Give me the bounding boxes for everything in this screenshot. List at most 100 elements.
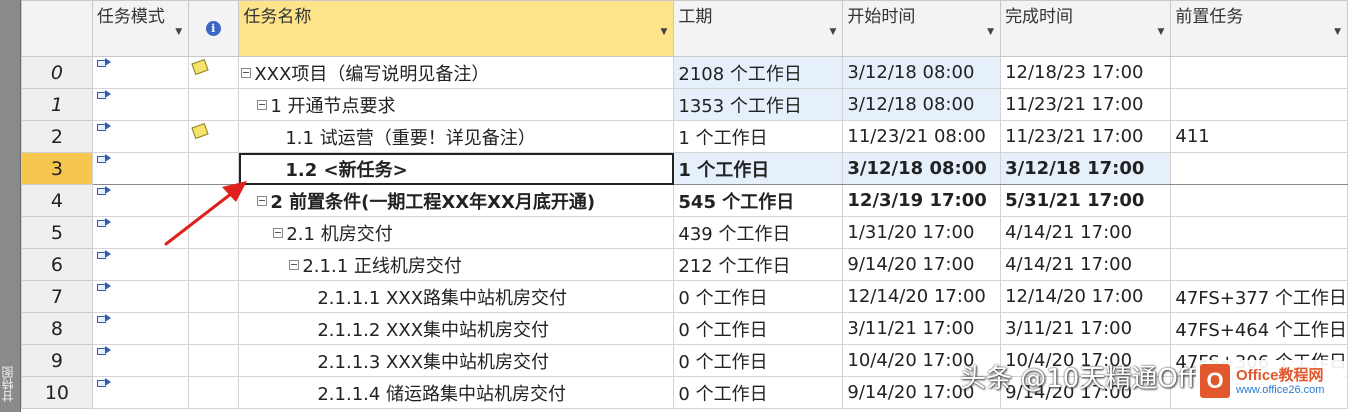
chevron-down-icon[interactable]: ▼ [829, 27, 836, 37]
chevron-down-icon[interactable]: ▼ [987, 27, 994, 37]
column-header-name[interactable]: 任务名称 ▼ [238, 0, 675, 57]
start-cell[interactable]: 3/11/21 17:00 [842, 312, 1002, 345]
finish-cell[interactable]: 5/31/21 17:00 [1000, 184, 1172, 217]
task-mode-cell[interactable] [91, 344, 190, 377]
finish-cell[interactable]: 12/18/23 17:00 [1000, 56, 1172, 89]
row-header[interactable]: 3 [21, 152, 93, 185]
chevron-down-icon[interactable]: ▼ [1334, 27, 1341, 37]
indicator-cell[interactable] [188, 184, 240, 217]
view-bar[interactable]: 甘特图 [0, 0, 21, 412]
task-name-cell[interactable]: 2.1.1 正线机房交付 [238, 248, 675, 281]
start-cell[interactable]: 3/12/18 08:00 [842, 152, 1002, 185]
finish-cell[interactable]: 12/14/20 17:00 [1000, 280, 1172, 313]
task-mode-cell[interactable] [91, 312, 190, 345]
column-header-duration[interactable]: 工期 ▼ [673, 0, 844, 57]
start-cell[interactable]: 1/31/20 17:00 [842, 216, 1002, 249]
task-mode-cell[interactable] [91, 88, 190, 121]
duration-cell[interactable]: 1353 个工作日 [673, 88, 844, 121]
duration-cell[interactable]: 0 个工作日 [673, 280, 844, 313]
task-name-cell[interactable]: XXX项目（编写说明见备注） [238, 56, 675, 89]
row-header[interactable]: 7 [21, 280, 93, 313]
table-row[interactable]: 2 1.1 试运营（重要！详见备注） 1 个工作日 11/23/21 08:00… [21, 120, 1348, 153]
column-header-info[interactable]: i [188, 0, 240, 57]
collapse-icon[interactable] [289, 259, 300, 270]
start-cell[interactable]: 12/3/19 17:00 [842, 184, 1002, 217]
predecessors-cell[interactable] [1170, 184, 1348, 217]
task-mode-cell[interactable] [91, 120, 190, 153]
duration-cell[interactable]: 439 个工作日 [673, 216, 844, 249]
finish-cell[interactable]: 3/12/18 17:00 [1000, 152, 1172, 185]
column-header-start[interactable]: 开始时间 ▼ [842, 0, 1002, 57]
indicator-cell[interactable] [188, 344, 240, 377]
predecessors-cell[interactable] [1170, 152, 1348, 185]
column-header-finish[interactable]: 完成时间 ▼ [1000, 0, 1172, 57]
finish-cell[interactable]: 11/23/21 17:00 [1000, 88, 1172, 121]
indicator-cell[interactable] [188, 56, 240, 89]
indicator-cell[interactable] [188, 152, 240, 185]
indicator-cell[interactable] [188, 248, 240, 281]
task-name-cell[interactable]: 2 前置条件(一期工程XX年XX月底开通) [238, 184, 675, 217]
task-mode-cell[interactable] [91, 56, 190, 89]
collapse-icon[interactable] [241, 67, 252, 78]
row-header[interactable]: 2 [21, 120, 93, 153]
chevron-down-icon[interactable]: ▼ [175, 27, 182, 37]
row-header[interactable]: 9 [21, 344, 93, 377]
predecessors-cell[interactable]: 47FS+464 个工作日 [1170, 312, 1348, 345]
duration-cell[interactable]: 1 个工作日 [673, 120, 844, 153]
start-cell[interactable]: 3/12/18 08:00 [842, 56, 1002, 89]
start-cell[interactable]: 10/4/20 17:00 [842, 344, 1002, 377]
table-row[interactable]: 10 2.1.1.4 储运路集中站机房交付 0 个工作日 9/14/20 17:… [21, 376, 1348, 409]
duration-cell[interactable]: 2108 个工作日 [673, 56, 844, 89]
note-icon[interactable] [191, 122, 209, 140]
chevron-down-icon[interactable]: ▼ [1157, 27, 1164, 37]
task-mode-cell[interactable] [91, 248, 190, 281]
chevron-down-icon[interactable]: ▼ [660, 27, 667, 37]
task-mode-cell[interactable] [91, 280, 190, 313]
table-row[interactable]: 0 XXX项目（编写说明见备注） 2108 个工作日 3/12/18 08:00… [21, 56, 1348, 89]
collapse-icon[interactable] [257, 195, 268, 206]
start-cell[interactable]: 12/14/20 17:00 [842, 280, 1002, 313]
collapse-icon[interactable] [273, 227, 284, 238]
predecessors-cell[interactable]: 47FS+377 个工作日 [1170, 280, 1348, 313]
task-name-cell[interactable]: 2.1.1.3 XXX集中站机房交付 [238, 344, 675, 377]
duration-cell[interactable]: 1 个工作日 [673, 152, 844, 185]
task-name-cell[interactable]: 1.1 试运营（重要！详见备注） [238, 120, 675, 153]
task-mode-cell[interactable] [91, 152, 190, 185]
table-row[interactable]: 8 2.1.1.2 XXX集中站机房交付 0 个工作日 3/11/21 17:0… [21, 312, 1348, 345]
predecessors-cell[interactable]: 47FS+306 个工作日 [1170, 344, 1348, 377]
indicator-cell[interactable] [188, 120, 240, 153]
row-header[interactable]: 1 [21, 88, 93, 121]
note-icon[interactable] [191, 58, 209, 76]
table-row[interactable]: 7 2.1.1.1 XXX路集中站机房交付 0 个工作日 12/14/20 17… [21, 280, 1348, 313]
row-header[interactable]: 0 [21, 56, 93, 89]
duration-cell[interactable]: 212 个工作日 [673, 248, 844, 281]
table-row[interactable]: 5 2.1 机房交付 439 个工作日 1/31/20 17:00 4/14/2… [21, 216, 1348, 249]
task-mode-cell[interactable] [91, 216, 190, 249]
task-name-cell-active[interactable]: 1.2 <新任务> [238, 152, 675, 185]
table-row[interactable]: 1 1 开通节点要求 1353 个工作日 3/12/18 08:00 11/23… [21, 88, 1348, 121]
duration-cell[interactable]: 0 个工作日 [673, 376, 844, 409]
duration-cell[interactable]: 545 个工作日 [673, 184, 844, 217]
row-header[interactable]: 5 [21, 216, 93, 249]
duration-cell[interactable]: 0 个工作日 [673, 312, 844, 345]
indicator-cell[interactable] [188, 216, 240, 249]
task-name-cell[interactable]: 1 开通节点要求 [238, 88, 675, 121]
column-header-mode[interactable]: 任务模式 ▼ [91, 0, 190, 57]
indicator-cell[interactable] [188, 88, 240, 121]
predecessors-cell[interactable] [1170, 376, 1348, 409]
predecessors-cell[interactable] [1170, 56, 1348, 89]
finish-cell[interactable]: 11/23/21 17:00 [1000, 120, 1172, 153]
collapse-icon[interactable] [257, 99, 268, 110]
start-cell[interactable]: 3/12/18 08:00 [842, 88, 1002, 121]
table-row[interactable]: 9 2.1.1.3 XXX集中站机房交付 0 个工作日 10/4/20 17:0… [21, 344, 1348, 377]
predecessors-cell[interactable] [1170, 216, 1348, 249]
finish-cell[interactable]: 9/14/20 17:00 [1000, 376, 1172, 409]
start-cell[interactable]: 9/14/20 17:00 [842, 248, 1002, 281]
start-cell[interactable]: 11/23/21 08:00 [842, 120, 1002, 153]
finish-cell[interactable]: 3/11/21 17:00 [1000, 312, 1172, 345]
start-cell[interactable]: 9/14/20 17:00 [842, 376, 1002, 409]
predecessors-cell[interactable] [1170, 248, 1348, 281]
task-mode-cell[interactable] [91, 376, 190, 409]
column-header-predecessors[interactable]: 前置任务 ▼ [1170, 0, 1348, 57]
indicator-cell[interactable] [188, 376, 240, 409]
